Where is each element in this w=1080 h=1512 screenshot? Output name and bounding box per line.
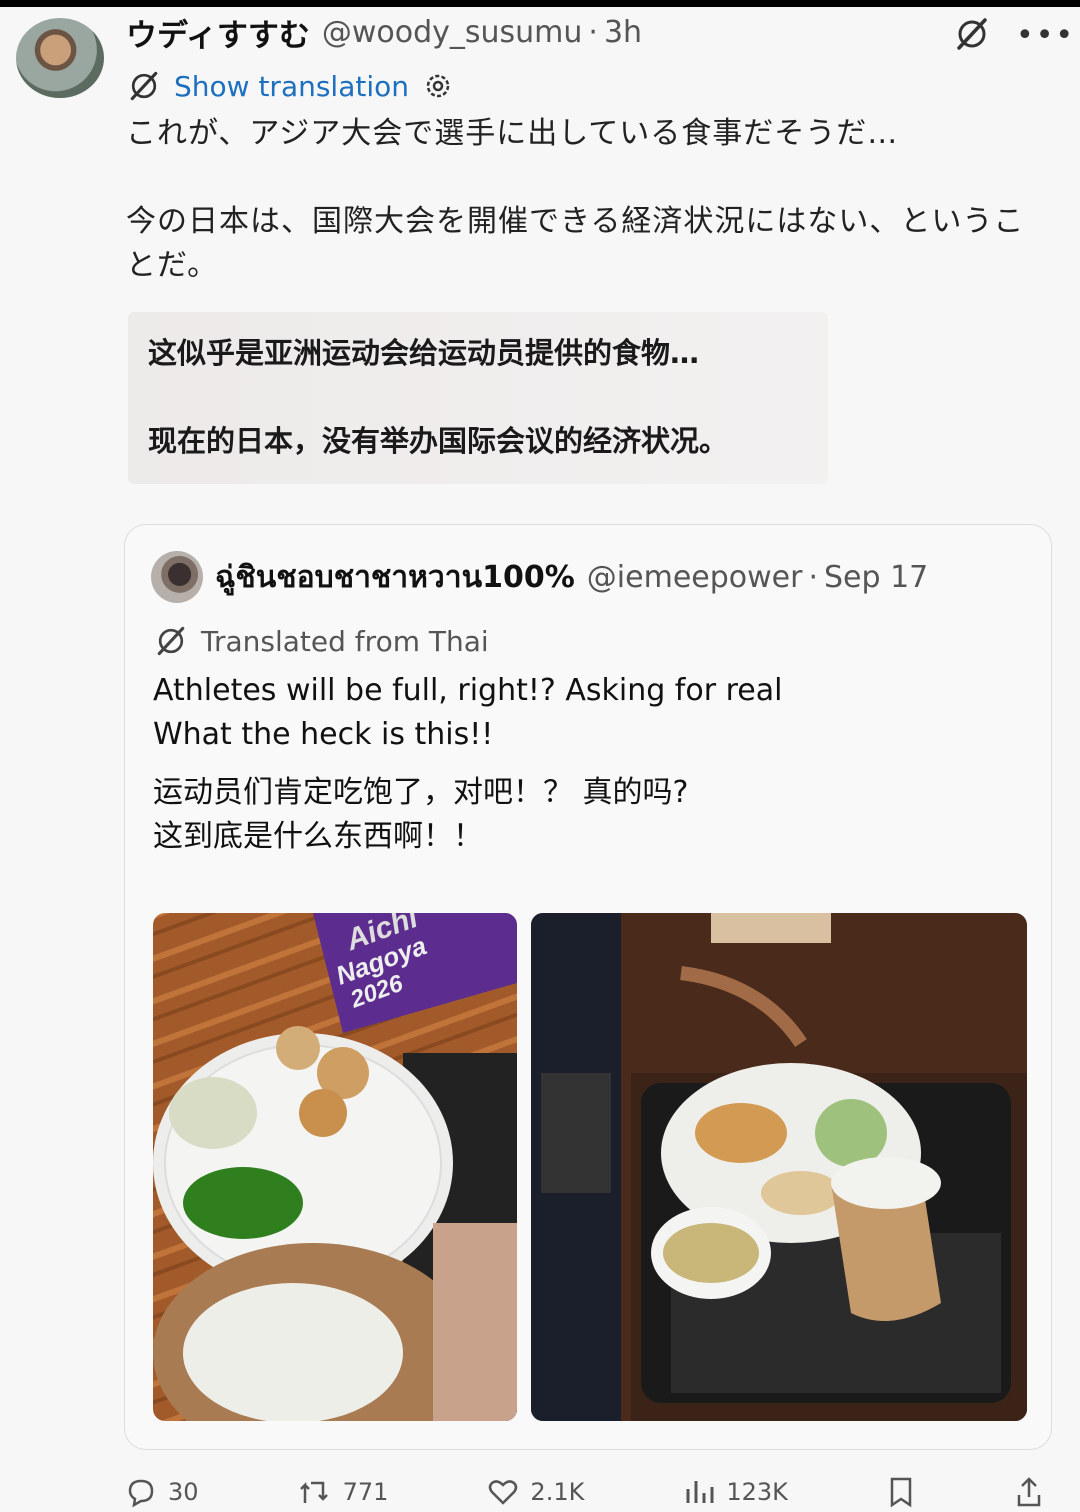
reply-count: 30 (168, 1478, 199, 1506)
repost-button[interactable]: 771 (297, 1472, 389, 1512)
translation-overlay-block: 这似乎是亚洲运动会给运动员提供的食物… 现在的日本，没有举办国际会议的经济状况。 (128, 312, 828, 484)
food-photo-2[interactable] (531, 913, 1027, 1421)
food-photo-1[interactable]: Aichi Nagoya 2026 (153, 913, 517, 1421)
author-avatar[interactable] (16, 18, 104, 98)
repost-icon (299, 1481, 328, 1503)
top-black-bar (0, 0, 1080, 7)
bookmark-button[interactable] (886, 1472, 916, 1512)
quoted-text-cn-1: 运动员们肯定吃饱了，对吧！？ 真的吗? (153, 775, 689, 810)
reply-button[interactable]: 30 (124, 1472, 199, 1512)
quoted-date[interactable]: Sep 17 (824, 560, 928, 595)
quoted-post-header: ฉู่ชินชอบชาชาหวาน100% @iemeepower · Sep … (215, 555, 928, 599)
author-display-name[interactable]: ウディすすむ (126, 10, 310, 55)
translation-line-2: 现在的日本，没有举办国际会议的经济状况。 (148, 424, 729, 458)
grok-slash-icon[interactable] (952, 14, 992, 54)
quoted-text-cn-2: 这到底是什么东西啊！！ (153, 819, 483, 854)
post-actions-bar: 30 771 2.1K 123K (124, 1472, 1044, 1512)
heart-icon (489, 1480, 518, 1505)
quoted-header-separator: · (808, 559, 818, 595)
like-count: 2.1K (530, 1478, 585, 1506)
quoted-post-card[interactable]: ฉู่ชินชอบชาชาหวาน100% @iemeepower · Sep … (124, 524, 1052, 1450)
views-button[interactable]: 123K (682, 1472, 788, 1512)
quoted-display-name[interactable]: ฉู่ชินชอบชาชาหวาน100% (215, 554, 575, 601)
post-time[interactable]: 3h (604, 15, 642, 50)
share-icon (1017, 1477, 1041, 1507)
grok-slash-icon (130, 71, 158, 101)
quoted-text-en-1: Athletes will be full, right!? Asking fo… (153, 673, 783, 708)
quoted-author-avatar[interactable] (151, 551, 203, 603)
header-separator: · (588, 14, 598, 50)
gear-icon[interactable] (423, 71, 453, 101)
post-header: ウディすすむ @woody_susumu · 3h (126, 10, 642, 55)
post-text-line-1: これが、アジア大会で選手に出している食事だそうだ… (126, 116, 899, 151)
views-count: 123K (726, 1478, 788, 1506)
author-handle[interactable]: @woody_susumu (322, 15, 583, 50)
translation-line-1: 这似乎是亚洲运动会给运动员提供的食物… (148, 336, 700, 370)
like-button[interactable]: 2.1K (486, 1472, 584, 1512)
views-chart-icon (686, 1481, 714, 1503)
quoted-handle[interactable]: @iemeepower (587, 560, 803, 595)
show-translation-row[interactable]: Show translation (126, 66, 453, 106)
grok-slash-icon (157, 626, 185, 656)
quoted-text-en-2: What the heck is this!! (153, 717, 494, 752)
translated-from-row: Translated from Thai (153, 621, 489, 661)
post-text-line-2: 今の日本は、国際大会を開催できる経済状況にはない、ということだ。 (126, 204, 1025, 283)
share-button[interactable] (1014, 1472, 1044, 1512)
more-dots-icon[interactable]: ••• (1016, 18, 1075, 53)
bookmark-icon (890, 1477, 912, 1508)
show-translation-link[interactable]: Show translation (174, 70, 409, 103)
translated-from-label: Translated from Thai (201, 624, 489, 658)
reply-icon (128, 1479, 154, 1508)
repost-count: 771 (342, 1478, 389, 1506)
